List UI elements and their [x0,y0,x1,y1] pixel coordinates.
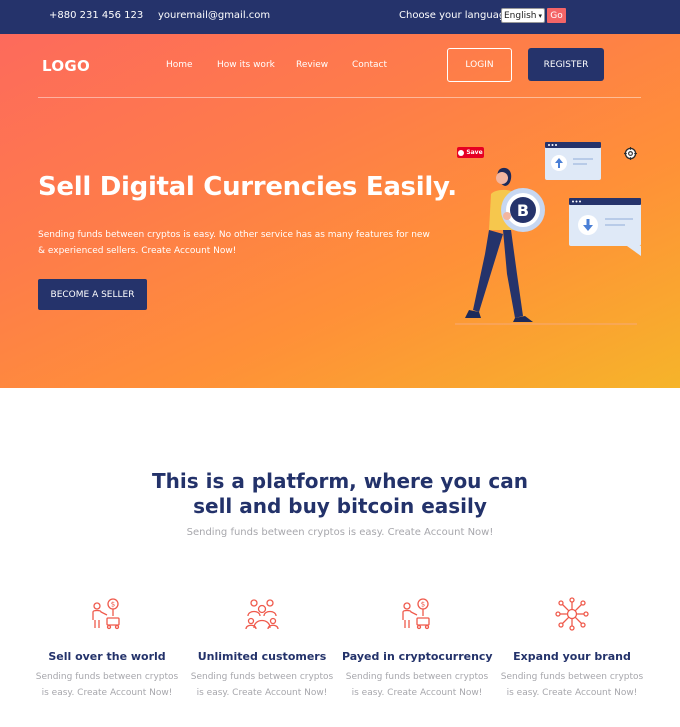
platform-title-line2: sell and buy bitcoin easily [193,494,487,518]
nav-item-home[interactable]: Home [166,60,193,70]
header-divider [38,97,641,98]
nav-item-how-its-work[interactable]: How its work [217,60,275,70]
feature-title: Unlimited customers [197,650,327,663]
platform-title-line1: This is a platform, where you can [152,469,528,493]
login-button[interactable]: LOGIN [447,48,512,82]
feature-title: Payed in cryptocurrency [342,650,493,663]
hero-section: LOGO Home How its work Review Contact LO… [0,34,680,388]
feature-title: Expand your brand [513,650,631,663]
svg-text:$: $ [421,601,425,609]
feature-description: Sending funds between cryptos is easy. C… [345,672,489,698]
feature-card: $ Payed in cryptocurrency Sending funds … [342,596,493,701]
nav-item-review[interactable]: Review [296,60,328,70]
upload-window-icon [545,142,601,180]
language-selected: English [504,10,537,21]
platform-subtitle: Sending funds between cryptos is easy. C… [186,527,494,538]
email-address: youremail@gmail.com [158,10,271,21]
seller-coin-icon: $ [92,598,120,630]
language-label: Choose your language [399,10,512,21]
network-icon [555,597,589,631]
hero-illustration: B [455,142,641,325]
bitcoin-icon: B [501,188,545,232]
platform-title: This is a platform, where you can sell a… [0,469,680,519]
feature-card: Expand your brand Sending funds between … [497,596,647,701]
logo[interactable]: LOGO [42,57,90,75]
download-window-icon [569,198,641,256]
chevron-down-icon: ▾ [538,11,542,20]
feature-description: Sending funds between cryptos is easy. C… [500,672,644,698]
svg-text:$: $ [111,601,115,609]
register-button[interactable]: REGISTER [528,48,604,81]
become-seller-button[interactable]: BECOME A SELLER [38,279,147,310]
nav-item-contact[interactable]: Contact [352,60,387,70]
language-select[interactable]: English ▾ [501,8,545,23]
feature-description: Sending funds between cryptos is easy. C… [190,672,334,698]
hero-title: Sell Digital Currencies Easily. [38,172,457,202]
go-button[interactable]: Go [547,8,566,23]
customers-group-icon [245,599,279,630]
svg-text:B: B [517,201,529,220]
seller-coin-icon: $ [402,598,430,630]
phone-number: +880 231 456 123 [49,10,144,21]
top-bar: +880 231 456 123 youremail@gmail.com Cho… [0,0,680,34]
feature-title: Sell over the world [48,650,166,663]
hero-description: Sending funds between cryptos is easy. N… [38,230,430,256]
feature-description: Sending funds between cryptos is easy. C… [35,672,179,698]
feature-card: Unlimited customers Sending funds betwee… [187,596,337,701]
feature-card: $ Sell over the world Sending funds betw… [32,596,182,701]
